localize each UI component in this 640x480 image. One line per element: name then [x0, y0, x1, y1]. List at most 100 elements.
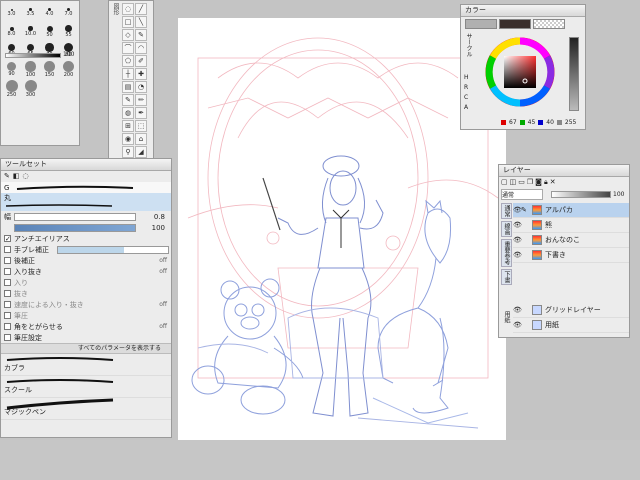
sub-tool-icon[interactable]: ◠	[135, 42, 147, 54]
layer-row[interactable]: 👁︎ グリッドレイヤー	[513, 303, 629, 318]
tool-option-row[interactable]: 角をとがらせる off	[1, 321, 171, 332]
option-checkbox[interactable]	[4, 235, 11, 242]
brush-size-row[interactable]: 幅 0.8	[1, 211, 171, 222]
color-wheel[interactable]	[485, 37, 555, 107]
sub-tool-icon[interactable]: ▤	[122, 81, 134, 93]
brush-size-item[interactable]: 7.0	[59, 3, 78, 22]
layer-opacity-slider[interactable]	[551, 190, 611, 198]
sub-tool-icon[interactable]: ⬠	[122, 55, 134, 67]
new-raster-layer-icon[interactable]: ▢	[501, 178, 508, 188]
brush-preset-item[interactable]: カブラ	[1, 354, 171, 376]
brush-size-item[interactable]: 250	[2, 79, 21, 98]
option-checkbox[interactable]	[4, 290, 11, 297]
delete-layer-icon[interactable]: ✕	[550, 178, 556, 188]
brush-size-item[interactable]: 10.0	[21, 22, 40, 41]
option-checkbox[interactable]	[4, 268, 11, 275]
option-checkbox[interactable]	[4, 279, 11, 286]
sub-tool-icon[interactable]: ⚲	[122, 146, 134, 158]
sub-tool-icon[interactable]: ◉	[122, 133, 134, 145]
color-mode-tab[interactable]: A	[464, 103, 472, 113]
tool-option-row[interactable]: 入り	[1, 277, 171, 288]
brush-size-item[interactable]: 100	[21, 60, 40, 79]
show-all-params-button[interactable]: すべてのパラメータを表示する	[1, 343, 171, 354]
brush-size-item[interactable]: 50	[40, 22, 59, 41]
sub-tool-icon[interactable]: ✚	[135, 68, 147, 80]
sub-tool-icon[interactable]: ◔	[135, 81, 147, 93]
copy-layer-icon[interactable]: ❐	[527, 178, 533, 188]
visibility-eye-icon[interactable]: 👁︎	[513, 321, 522, 329]
brush-size-item[interactable]: 300	[21, 79, 40, 98]
color-mode-tab[interactable]: H	[464, 73, 472, 83]
option-checkbox[interactable]	[4, 323, 11, 330]
sub-tool-icon[interactable]: ⌒	[122, 42, 134, 54]
sub-tool-icon[interactable]: ◌	[122, 3, 134, 15]
sub-tool-icon[interactable]: ✐	[135, 55, 147, 67]
option-checkbox[interactable]	[4, 246, 11, 253]
layer-side-tab[interactable]: 重要参考	[501, 239, 512, 267]
brush-size-item[interactable]: 4.0	[40, 3, 59, 22]
brush-opacity-slider[interactable]	[14, 223, 136, 232]
brush-tool-icon[interactable]: ✎	[4, 172, 10, 181]
option-checkbox[interactable]	[4, 257, 11, 264]
eraser-tool-icon[interactable]: ◧	[13, 172, 20, 181]
visibility-eye-icon[interactable]: 👁︎	[513, 206, 522, 214]
sub-tool-icon[interactable]: ◇	[122, 29, 134, 41]
layer-bottom-side-tab[interactable]: 用紙	[501, 311, 511, 323]
brush-preset-item[interactable]: スクール	[1, 376, 171, 398]
sub-tool-icon[interactable]: ┼	[122, 68, 134, 80]
mask-icon[interactable]: ◙	[535, 178, 542, 188]
brush-size-item[interactable]: 3.0	[2, 3, 21, 22]
color-mode-tab[interactable]: C	[464, 93, 472, 103]
transparent-color-swatch[interactable]	[533, 19, 565, 29]
brush-size-item[interactable]: 3.5	[21, 3, 40, 22]
sub-tool-icon[interactable]: ⌂	[135, 133, 147, 145]
visibility-eye-icon[interactable]: 👁︎	[513, 236, 522, 244]
layer-side-tab[interactable]: 通常	[501, 203, 512, 219]
current-brush-row[interactable]: 丸	[1, 193, 171, 211]
brush-size-item[interactable]: 200	[59, 60, 78, 79]
sub-color-swatch[interactable]	[499, 19, 531, 29]
main-color-swatch[interactable]	[465, 19, 497, 29]
sub-tool-icon[interactable]: ⬚	[135, 120, 147, 132]
sub-tool-icon[interactable]: ✏	[135, 94, 147, 106]
tool-option-row[interactable]: 手ブレ補正	[1, 244, 171, 255]
blend-mode-select[interactable]: 通常	[501, 188, 543, 200]
sub-tool-tab[interactable]: 図形	[110, 3, 120, 15]
sub-tool-icon[interactable]: ⊞	[122, 120, 134, 132]
brush-size-item[interactable]: 8.0	[2, 22, 21, 41]
brush-preset-item[interactable]: マジックペン	[1, 398, 171, 420]
layer-side-tab[interactable]: 線画	[501, 221, 512, 237]
color-mode-tab[interactable]: R	[464, 83, 472, 93]
layer-row[interactable]: 👁︎ ✎ アルパカ	[513, 203, 629, 218]
lock-icon[interactable]: 🔒︎	[544, 178, 548, 188]
brush-size-item[interactable]: 55	[59, 22, 78, 41]
option-checkbox[interactable]	[4, 301, 11, 308]
brush-size-item[interactable]: 90	[2, 60, 21, 79]
color-value-bar[interactable]	[569, 37, 579, 111]
new-vector-layer-icon[interactable]: ◫	[510, 178, 517, 188]
option-checkbox[interactable]	[4, 312, 11, 319]
sub-tool-icon[interactable]: ✒	[135, 107, 147, 119]
tool-option-row[interactable]: 筆圧設定	[1, 332, 171, 343]
sub-tool-icon[interactable]: ╱	[135, 3, 147, 15]
sub-tool-icon[interactable]: ◍	[122, 107, 134, 119]
new-folder-icon[interactable]: ▭	[518, 178, 525, 188]
tool-option-row[interactable]: 速度による入り・抜き off	[1, 299, 171, 310]
tool-option-row[interactable]: 後補正 off	[1, 255, 171, 266]
brush-opacity-bar[interactable]	[5, 53, 61, 58]
layer-row[interactable]: 👁︎ 熊	[513, 218, 629, 233]
sub-tool-icon[interactable]: ✎	[122, 94, 134, 106]
tool-option-row[interactable]: 入り抜き off	[1, 266, 171, 277]
layer-side-tab[interactable]: 下書	[501, 269, 512, 285]
brush-size-item[interactable]: 150	[40, 60, 59, 79]
sub-tool-icon[interactable]: ◢	[135, 146, 147, 158]
tool-option-row[interactable]: 筆圧	[1, 310, 171, 321]
sub-tool-icon[interactable]: ╲	[135, 16, 147, 28]
layer-row[interactable]: 👁︎ 下書き	[513, 248, 629, 263]
tool-option-row[interactable]: 抜き	[1, 288, 171, 299]
layer-row[interactable]: 👁︎ おんなのこ	[513, 233, 629, 248]
visibility-eye-icon[interactable]: 👁︎	[513, 306, 522, 314]
lasso-tool-icon[interactable]: ◌	[23, 172, 29, 181]
layer-row[interactable]: 👁︎ 用紙	[513, 318, 629, 333]
visibility-eye-icon[interactable]: 👁︎	[513, 221, 522, 229]
